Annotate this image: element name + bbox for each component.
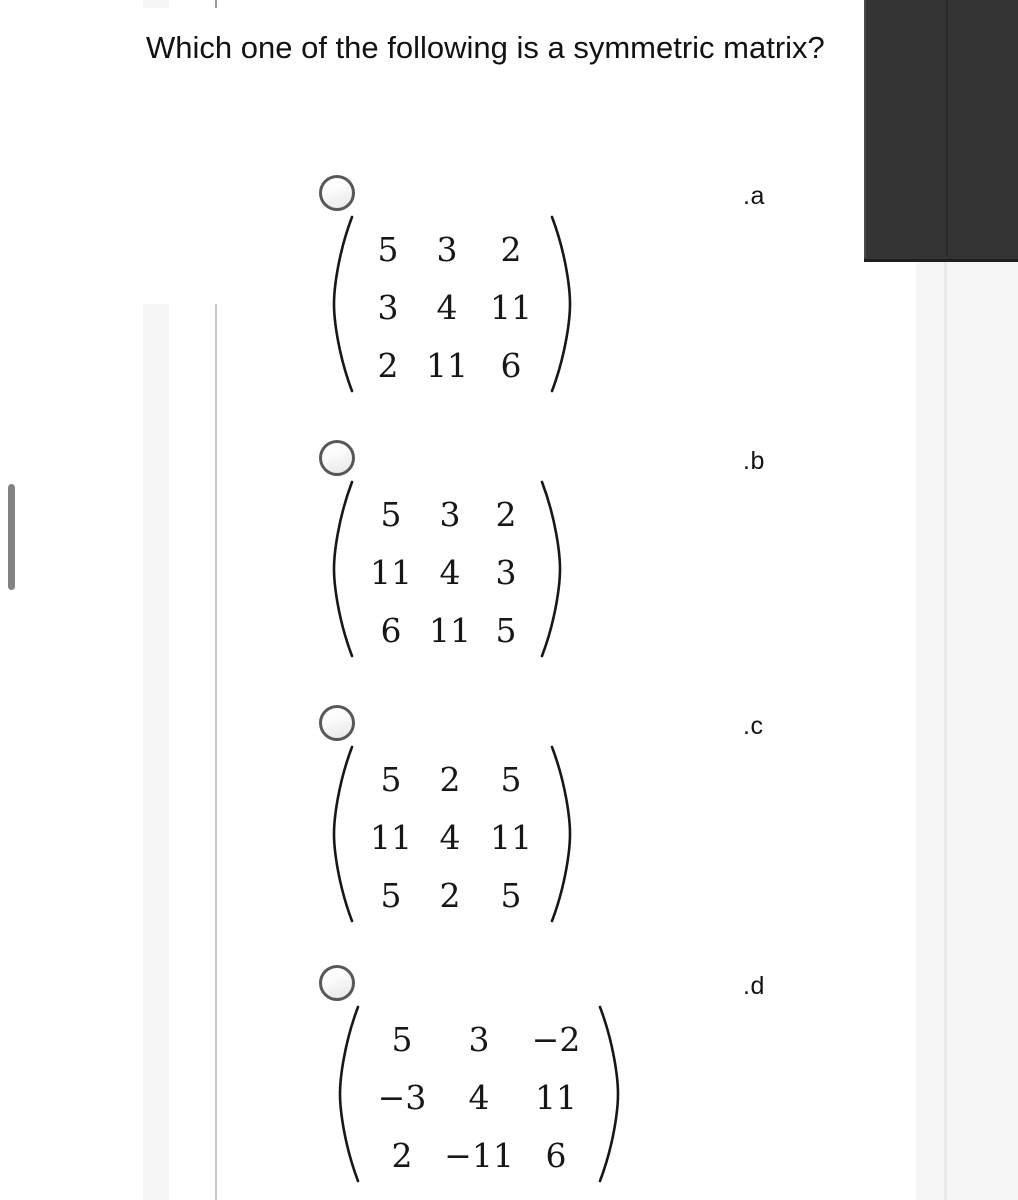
option-c-radio[interactable] <box>319 705 355 741</box>
matrix-grid: 5 3 −2 −3 4 11 2 −11 6 <box>362 1004 596 1190</box>
matrix-cell: 4 <box>468 1077 490 1117</box>
matrix-cell: 3 <box>377 287 399 327</box>
matrix-cell: 3 <box>468 1019 490 1059</box>
matrix-grid: 5 3 2 3 4 11 2 11 6 <box>356 214 548 400</box>
matrix-cell: 5 <box>380 759 402 799</box>
matrix-cell: 4 <box>439 552 461 592</box>
option-b-radio[interactable] <box>319 440 355 476</box>
matrix-grid: 5 2 5 11 4 11 5 2 5 <box>356 744 548 930</box>
matrix-cell: 2 <box>439 875 461 915</box>
matrix-cell: 4 <box>439 817 461 857</box>
matrix-cell: 2 <box>439 759 461 799</box>
left-paren-icon <box>336 1004 362 1190</box>
matrix-cell: 3 <box>436 229 458 269</box>
option-a-matrix: 5 3 2 3 4 11 2 11 6 <box>330 214 574 400</box>
option-c-matrix: 5 2 5 11 4 11 5 2 5 <box>330 744 574 930</box>
option-b-matrix: 5 3 2 11 4 3 6 11 5 <box>330 479 564 665</box>
matrix-cell: 5 <box>495 610 517 650</box>
matrix-cell: 3 <box>495 552 517 592</box>
matrix-cell: 4 <box>436 287 458 327</box>
matrix-cell: −11 <box>444 1135 514 1175</box>
option-a-radio[interactable] <box>319 175 355 211</box>
matrix-cell: 2 <box>377 345 399 385</box>
matrix-cell: 11 <box>490 817 532 857</box>
option-c-label: .c <box>743 712 764 740</box>
matrix-cell: 6 <box>500 345 522 385</box>
matrix-cell: 3 <box>439 494 461 534</box>
matrix-cell: −3 <box>377 1077 427 1117</box>
matrix-cell: 5 <box>391 1019 413 1059</box>
matrix-cell: 5 <box>380 494 402 534</box>
page-root: Which one of the following is a symmetri… <box>0 0 1018 1200</box>
matrix-cell: 11 <box>426 345 468 385</box>
matrix-cell: 2 <box>500 229 522 269</box>
matrix-cell: 5 <box>380 875 402 915</box>
matrix-cell: 2 <box>495 494 517 534</box>
option-b-label: .b <box>743 447 765 475</box>
matrix-grid: 5 3 2 11 4 3 6 11 5 <box>356 479 538 665</box>
matrix-cell: 6 <box>380 610 402 650</box>
option-a-label: .a <box>743 182 765 210</box>
matrix-cell: 5 <box>500 875 522 915</box>
right-paren-icon <box>548 214 574 400</box>
right-paren-icon <box>548 744 574 930</box>
matrix-cell: 6 <box>545 1135 567 1175</box>
matrix-cell: 11 <box>370 817 412 857</box>
option-d-matrix: 5 3 −2 −3 4 11 2 −11 6 <box>336 1004 622 1190</box>
option-d-label: .d <box>743 972 765 1000</box>
left-paren-icon <box>330 479 356 665</box>
option-d-radio[interactable] <box>319 965 355 1001</box>
matrix-cell: 5 <box>500 759 522 799</box>
matrix-cell: 11 <box>370 552 412 592</box>
matrix-cell: 2 <box>391 1135 413 1175</box>
right-paren-icon <box>538 479 564 665</box>
left-paren-icon <box>330 744 356 930</box>
matrix-cell: 11 <box>535 1077 577 1117</box>
matrix-cell: 5 <box>377 229 399 269</box>
matrix-cell: −2 <box>531 1019 581 1059</box>
question-content: Which one of the following is a symmetri… <box>0 0 1018 1200</box>
right-paren-icon <box>596 1004 622 1190</box>
matrix-cell: 11 <box>429 610 471 650</box>
left-paren-icon <box>330 214 356 400</box>
question-text: Which one of the following is a symmetri… <box>146 30 825 65</box>
matrix-cell: 11 <box>490 287 532 327</box>
